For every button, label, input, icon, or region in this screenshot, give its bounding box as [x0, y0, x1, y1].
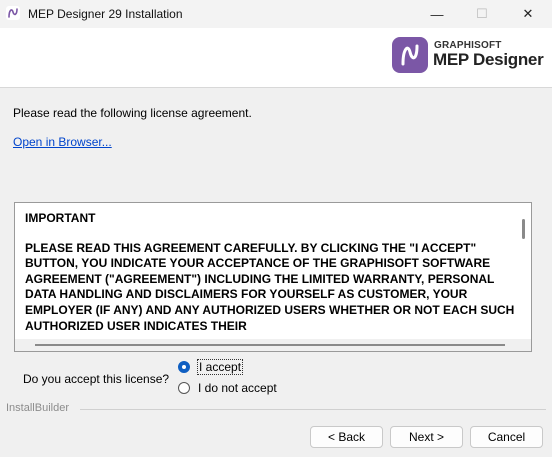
- close-button[interactable]: ✕: [505, 0, 551, 28]
- minimize-button[interactable]: —: [414, 0, 460, 28]
- graphisoft-logo-icon: [392, 37, 428, 73]
- app-icon: [6, 6, 20, 20]
- accept-option[interactable]: I accept: [178, 359, 244, 375]
- license-text-area[interactable]: IMPORTANT PLEASE READ THIS AGREEMENT CAR…: [14, 202, 532, 352]
- accept-radio[interactable]: [178, 361, 190, 373]
- brand-product-label: MEP Designer: [433, 50, 544, 69]
- maximize-button[interactable]: ☐: [459, 0, 505, 28]
- license-heading: IMPORTANT: [25, 211, 96, 225]
- open-in-browser-link[interactable]: Open in Browser...: [13, 135, 112, 149]
- footer-divider: [80, 409, 546, 410]
- title-bar: MEP Designer 29 Installation — ☐ ✕: [0, 0, 552, 28]
- horizontal-scrollbar[interactable]: [35, 344, 505, 346]
- header-banner: GRAPHISOFT MEP Designer: [0, 28, 552, 88]
- accept-question-label: Do you accept this license?: [23, 372, 170, 386]
- horizontal-scrollbar-track: [15, 339, 531, 351]
- decline-radio-label: I do not accept: [198, 381, 277, 395]
- vertical-scrollbar[interactable]: [522, 219, 525, 239]
- intro-text: Please read the following license agreem…: [13, 106, 252, 120]
- decline-option[interactable]: I do not accept: [178, 381, 277, 395]
- next-button[interactable]: Next >: [390, 426, 463, 448]
- decline-radio[interactable]: [178, 382, 190, 394]
- installbuilder-label: InstallBuilder: [6, 402, 69, 414]
- license-content: IMPORTANT PLEASE READ THIS AGREEMENT CAR…: [25, 211, 515, 348]
- back-button[interactable]: < Back: [310, 426, 383, 448]
- window-title: MEP Designer 29 Installation: [28, 7, 183, 21]
- accept-radio-label: I accept: [196, 359, 244, 375]
- license-body: PLEASE READ THIS AGREEMENT CAREFULLY. BY…: [25, 240, 515, 333]
- cancel-button[interactable]: Cancel: [470, 426, 543, 448]
